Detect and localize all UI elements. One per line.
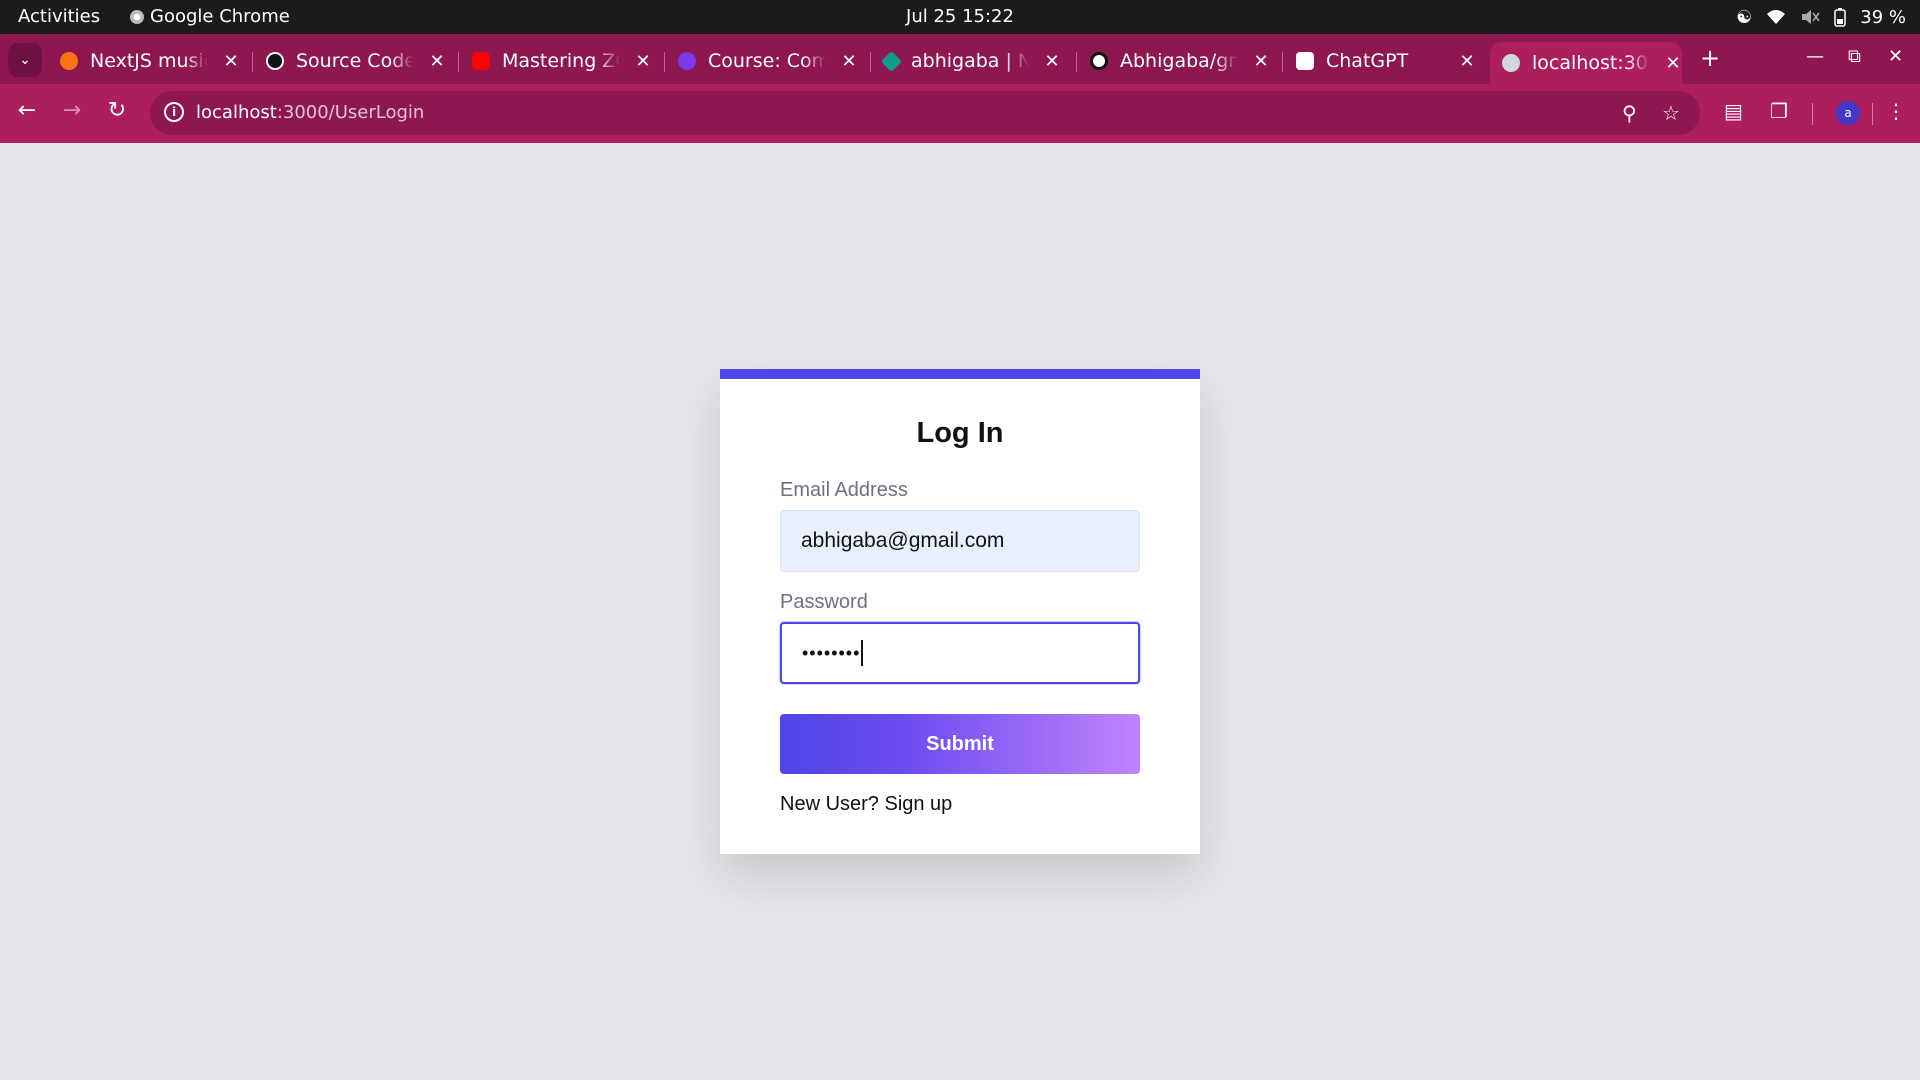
tab-title: Abhigaba/gm: [1120, 50, 1238, 72]
accessibility-icon: ☯: [1736, 6, 1753, 28]
tab-title: ChatGPT: [1326, 50, 1409, 72]
browser-toolbar: ← → ↻ i localhost:3000/UserLogin ⚲ ☆ ▤ ❐…: [0, 84, 1920, 143]
tab-favicon: [678, 52, 696, 70]
key-icon[interactable]: ⚲: [1622, 101, 1637, 125]
close-icon[interactable]: ✕: [222, 51, 240, 72]
extensions-icon[interactable]: ❐: [1770, 99, 1788, 123]
back-icon[interactable]: ←: [12, 98, 42, 123]
tab-nextjs-music[interactable]: NextJS music ✕: [60, 42, 240, 80]
chatgpt-icon: [1296, 52, 1314, 70]
forward-icon[interactable]: →: [57, 98, 87, 123]
url-text[interactable]: localhost:3000/UserLogin: [196, 102, 424, 123]
reload-icon[interactable]: ↻: [102, 98, 132, 123]
new-tab-button[interactable]: +: [1700, 44, 1720, 72]
email-value: abhigaba@gmail.com: [801, 529, 1005, 552]
close-icon[interactable]: ✕: [1043, 51, 1061, 72]
app-name: Google Chrome: [150, 6, 290, 27]
tab-title: Mastering ZO: [502, 50, 620, 72]
system-tray[interactable]: ☯ 39 %: [1736, 4, 1906, 30]
globe-icon: [1502, 54, 1520, 72]
tab-github-repo[interactable]: Abhigaba/gm ✕: [1090, 42, 1270, 80]
tab-search-button[interactable]: ⌄: [8, 43, 42, 77]
card-accent-bar: [720, 369, 1200, 379]
close-icon[interactable]: ✕: [840, 51, 858, 72]
tab-title: Source Code -: [296, 50, 414, 72]
tab-localhost[interactable]: localhost:300 ✕: [1490, 42, 1682, 84]
close-icon[interactable]: ✕: [428, 51, 446, 72]
clock[interactable]: Jul 25 15:22: [906, 6, 1014, 27]
volume-muted-icon: [1802, 10, 1820, 24]
minimize-icon[interactable]: —: [1806, 46, 1824, 67]
tab-title: localhost:300: [1532, 52, 1650, 74]
tab-favicon: [266, 52, 284, 70]
window-close-icon[interactable]: ✕: [1888, 46, 1903, 67]
netlify-icon: [880, 50, 903, 72]
address-bar[interactable]: i localhost:3000/UserLogin ⚲ ☆: [150, 91, 1700, 135]
github-icon: [1090, 52, 1108, 70]
battery-icon: [1834, 8, 1847, 27]
text-caret: [861, 640, 864, 666]
close-icon[interactable]: ✕: [1664, 53, 1682, 74]
tab-title: abhigaba | Ne: [911, 50, 1029, 72]
page-title: Log In: [916, 417, 1004, 449]
tab-title: NextJS music: [90, 50, 208, 72]
tab-abhigaba-netlify[interactable]: abhigaba | Ne ✕: [880, 42, 1061, 80]
email-field[interactable]: abhigaba@gmail.com: [780, 510, 1140, 572]
reading-list-icon[interactable]: ▤: [1724, 99, 1743, 123]
activities-button[interactable]: Activities: [18, 6, 100, 27]
tab-title: Course: Comp: [708, 50, 826, 72]
app-menu[interactable]: Google Chrome: [130, 6, 290, 27]
tab-favicon: [60, 52, 78, 70]
submit-button[interactable]: Submit: [780, 714, 1140, 774]
wifi-icon: [1767, 10, 1786, 24]
close-icon[interactable]: ✕: [634, 51, 652, 72]
site-info-icon[interactable]: i: [164, 102, 184, 122]
login-card: Log In Email Address abhigaba@gmail.com …: [720, 369, 1200, 854]
menu-kebab-icon[interactable]: ⋮: [1886, 99, 1906, 123]
tab-course[interactable]: Course: Comp ✕: [678, 42, 858, 80]
password-field[interactable]: ••••••••: [780, 622, 1140, 684]
signup-link[interactable]: New User? Sign up: [780, 793, 952, 816]
tab-chatgpt[interactable]: ChatGPT ✕: [1296, 42, 1476, 80]
password-label: Password: [780, 591, 868, 613]
tab-strip: ⌄ NextJS music ✕ Source Code - ✕ Masteri…: [0, 34, 1920, 84]
close-icon[interactable]: ✕: [1252, 51, 1270, 72]
restore-icon[interactable]: ⧉: [1848, 46, 1861, 67]
battery-percent: 39 %: [1860, 6, 1906, 28]
chevron-down-icon: ⌄: [19, 52, 31, 68]
tab-mastering-zod[interactable]: Mastering ZO ✕: [472, 42, 652, 80]
youtube-icon: [472, 52, 490, 70]
close-icon[interactable]: ✕: [1458, 51, 1476, 72]
email-label: Email Address: [780, 479, 908, 501]
bookmark-star-icon[interactable]: ☆: [1662, 101, 1680, 125]
system-top-bar: Activities Google Chrome Jul 25 15:22 ☯ …: [0, 0, 1920, 34]
chrome-icon: [130, 9, 144, 24]
profile-avatar[interactable]: a: [1836, 101, 1860, 125]
tab-source-code[interactable]: Source Code - ✕: [266, 42, 446, 80]
password-value: ••••••••: [802, 642, 861, 663]
